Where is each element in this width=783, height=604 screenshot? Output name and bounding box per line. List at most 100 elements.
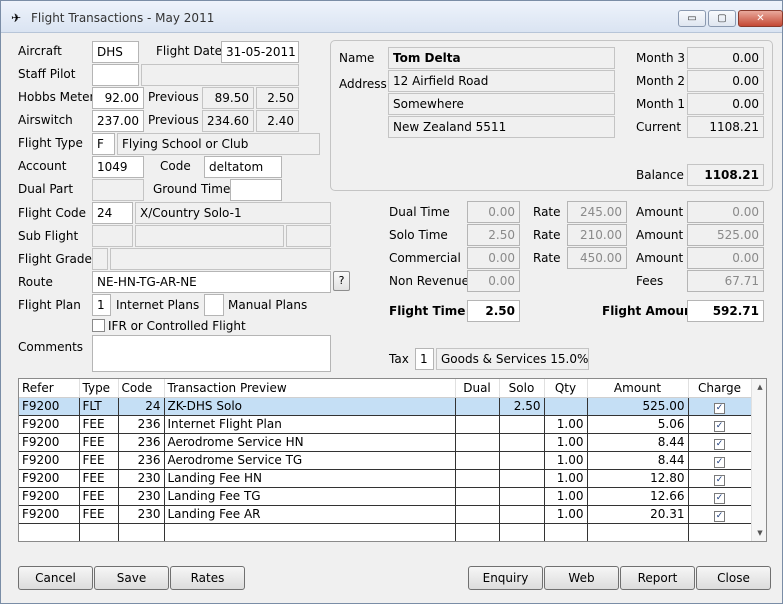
header-charge[interactable]: Charge xyxy=(688,379,752,398)
flight-date-field[interactable]: 31-05-2011 xyxy=(221,41,299,63)
minimize-button[interactable]: ▭ xyxy=(678,10,706,27)
window-close-button[interactable]: ✕ xyxy=(738,10,783,27)
cell-amount[interactable]: 8.44 xyxy=(587,451,689,470)
cell-solo[interactable]: 2.50 xyxy=(499,397,545,416)
cell-refer[interactable]: F9200 xyxy=(19,487,80,506)
cell-qty[interactable] xyxy=(544,397,588,416)
ifr-checkbox[interactable] xyxy=(92,319,105,332)
code-field[interactable]: deltatom xyxy=(204,156,282,178)
tax-code-field[interactable]: 1 xyxy=(415,348,434,370)
cell-qty[interactable]: 1.00 xyxy=(544,451,588,470)
cell-solo[interactable] xyxy=(499,505,545,524)
cell-code[interactable]: 236 xyxy=(118,451,165,470)
cell-qty[interactable]: 1.00 xyxy=(544,433,588,452)
cell-type[interactable]: FLT xyxy=(79,397,119,416)
cell-refer[interactable]: F9200 xyxy=(19,397,80,416)
empty-cell[interactable] xyxy=(19,523,80,541)
header-qty[interactable]: Qty xyxy=(544,379,588,398)
cell-type[interactable]: FEE xyxy=(79,505,119,524)
cell-qty[interactable]: 1.00 xyxy=(544,415,588,434)
empty-cell[interactable] xyxy=(499,523,545,541)
cell-amount[interactable]: 5.06 xyxy=(587,415,689,434)
cell-solo[interactable] xyxy=(499,433,545,452)
cell-type[interactable]: FEE xyxy=(79,415,119,434)
flight-type-field[interactable]: F xyxy=(92,133,115,155)
header-amount[interactable]: Amount xyxy=(587,379,689,398)
charge-checkbox[interactable]: ✓ xyxy=(714,456,725,468)
cell-code[interactable]: 236 xyxy=(118,415,165,434)
cell-preview[interactable]: Landing Fee AR xyxy=(164,505,456,524)
charge-checkbox[interactable]: ✓ xyxy=(714,474,725,486)
cell-dual[interactable] xyxy=(455,433,500,452)
empty-cell[interactable] xyxy=(455,523,500,541)
cell-preview[interactable]: Landing Fee TG xyxy=(164,487,456,506)
cell-amount[interactable]: 525.00 xyxy=(587,397,689,416)
cell-amount[interactable]: 12.80 xyxy=(587,469,689,488)
maximize-button[interactable]: ▢ xyxy=(708,10,736,27)
table-row[interactable]: F9200 FEE 236 Internet Flight Plan 1.00 5.06 ✓ xyxy=(19,415,752,434)
table-row[interactable]: F9200 FLT 24 ZK-DHS Solo 2.50 525.00 ✓ xyxy=(19,397,752,416)
aircraft-field[interactable]: DHS xyxy=(92,41,139,63)
airswitch-field[interactable]: 237.00 xyxy=(92,110,144,132)
staff-pilot-field[interactable] xyxy=(92,64,139,86)
cell-preview[interactable]: ZK-DHS Solo xyxy=(164,397,456,416)
cell-qty[interactable]: 1.00 xyxy=(544,487,588,506)
grid-scrollbar[interactable]: ▲ ▼ xyxy=(751,379,766,541)
cell-type[interactable]: FEE xyxy=(79,487,119,506)
header-dual[interactable]: Dual xyxy=(455,379,500,398)
charge-checkbox[interactable]: ✓ xyxy=(714,510,725,522)
account-field[interactable]: 1049 xyxy=(92,156,144,178)
comments-field[interactable] xyxy=(92,335,331,372)
cell-amount[interactable]: 12.66 xyxy=(587,487,689,506)
cell-dual[interactable] xyxy=(455,397,500,416)
cell-code[interactable]: 236 xyxy=(118,433,165,452)
cell-amount[interactable]: 8.44 xyxy=(587,433,689,452)
header-solo[interactable]: Solo xyxy=(499,379,545,398)
cell-solo[interactable] xyxy=(499,469,545,488)
cell-refer[interactable]: F9200 xyxy=(19,469,80,488)
cell-qty[interactable]: 1.00 xyxy=(544,505,588,524)
cell-code[interactable]: 24 xyxy=(118,397,165,416)
cell-preview[interactable]: Internet Flight Plan xyxy=(164,415,456,434)
cell-dual[interactable] xyxy=(455,487,500,506)
cell-dual[interactable] xyxy=(455,469,500,488)
cell-code[interactable]: 230 xyxy=(118,487,165,506)
route-help-button[interactable]: ? xyxy=(333,271,350,291)
empty-cell[interactable] xyxy=(118,523,165,541)
scroll-down-icon[interactable]: ▼ xyxy=(752,525,766,541)
empty-cell[interactable] xyxy=(544,523,588,541)
cell-dual[interactable] xyxy=(455,415,500,434)
cell-solo[interactable] xyxy=(499,487,545,506)
save-button[interactable]: Save xyxy=(94,566,169,590)
table-row[interactable]: F9200 FEE 236 Aerodrome Service HN 1.00 8.44 ✓ xyxy=(19,433,752,452)
cell-preview[interactable]: Landing Fee HN xyxy=(164,469,456,488)
table-row[interactable]: F9200 FEE 230 Landing Fee TG 1.00 12.66 ✓ xyxy=(19,487,752,506)
cell-refer[interactable]: F9200 xyxy=(19,451,80,470)
empty-cell[interactable] xyxy=(587,523,689,541)
table-row[interactable]: F9200 FEE 230 Landing Fee AR 1.00 20.31 ✓ xyxy=(19,505,752,524)
charge-checkbox[interactable]: ✓ xyxy=(714,492,725,504)
cell-preview[interactable]: Aerodrome Service TG xyxy=(164,451,456,470)
cell-qty[interactable]: 1.00 xyxy=(544,469,588,488)
cell-preview[interactable]: Aerodrome Service HN xyxy=(164,433,456,452)
manual-plans-field[interactable] xyxy=(204,294,224,316)
cancel-button[interactable]: Cancel xyxy=(18,566,93,590)
rates-button[interactable]: Rates xyxy=(170,566,245,590)
cell-refer[interactable]: F9200 xyxy=(19,433,80,452)
cell-type[interactable]: FEE xyxy=(79,469,119,488)
header-preview[interactable]: Transaction Preview xyxy=(164,379,456,398)
table-row[interactable]: F9200 FEE 230 Landing Fee HN 1.00 12.80 ✓ xyxy=(19,469,752,488)
header-refer[interactable]: Refer xyxy=(19,379,80,398)
route-field[interactable]: NE-HN-TG-AR-NE xyxy=(92,271,331,293)
web-button[interactable]: Web xyxy=(544,566,619,590)
cell-amount[interactable]: 20.31 xyxy=(587,505,689,524)
charge-checkbox[interactable]: ✓ xyxy=(714,438,725,450)
cell-type[interactable]: FEE xyxy=(79,433,119,452)
scroll-up-icon[interactable]: ▲ xyxy=(752,379,766,395)
empty-cell[interactable] xyxy=(688,523,752,541)
empty-cell[interactable] xyxy=(164,523,456,541)
cell-type[interactable]: FEE xyxy=(79,451,119,470)
cell-refer[interactable]: F9200 xyxy=(19,415,80,434)
table-row[interactable]: F9200 FEE 236 Aerodrome Service TG 1.00 8.44 ✓ xyxy=(19,451,752,470)
cell-solo[interactable] xyxy=(499,451,545,470)
